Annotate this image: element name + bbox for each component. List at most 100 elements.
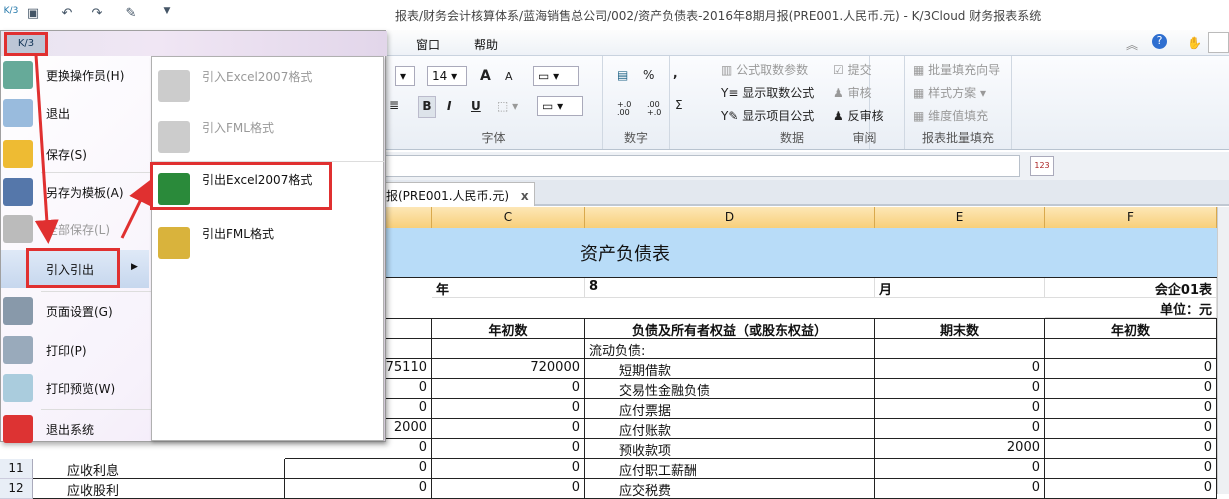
grow-font-button[interactable]: A	[480, 68, 491, 84]
value-cell[interactable]: 0	[1045, 479, 1217, 499]
year-label[interactable]: 年	[432, 278, 585, 298]
report-tab[interactable]: 报(PRE001.人民币.元) x	[385, 182, 535, 206]
shrink-font-button[interactable]: A	[505, 70, 513, 83]
underline-button[interactable]: U	[471, 99, 481, 113]
menu-item[interactable]: 打印预览(W)	[1, 369, 149, 407]
menu-item[interactable]: 更换操作员(H)	[1, 56, 149, 94]
value-cell[interactable]: 0	[875, 459, 1045, 479]
value-cell[interactable]: 2000	[875, 439, 1045, 459]
eraser-icon[interactable]: ✎	[122, 6, 140, 22]
menu-item[interactable]: 页面设置(G)	[1, 292, 149, 330]
undo-icon[interactable]: ↶	[58, 6, 76, 22]
close-tab-icon[interactable]: x	[521, 189, 529, 203]
help-icon[interactable]: ?	[1152, 34, 1167, 49]
asset-item[interactable]: 应收利息	[33, 459, 285, 479]
value-cell[interactable]: 720000	[432, 359, 585, 379]
user-icon[interactable]: ✋	[1187, 36, 1202, 50]
asset-item[interactable]: 应收股利	[33, 479, 285, 499]
column-header-e[interactable]: E	[875, 207, 1045, 228]
show-item-formula-button[interactable]: Y✎ 显示项目公式	[721, 107, 814, 124]
section-current-liabilities[interactable]: 流动负债:	[585, 339, 875, 359]
menu-window[interactable]: 窗口	[416, 36, 440, 53]
submenu-item[interactable]: 引出FML格式	[152, 219, 385, 269]
percent-button[interactable]: %	[643, 68, 654, 82]
value-cell[interactable]: 0	[432, 379, 585, 399]
value-cell[interactable]: 0	[875, 419, 1045, 439]
header-begin[interactable]: 年初数	[1045, 319, 1217, 339]
cell-border-icon[interactable]: ⬚ ▾	[497, 99, 518, 113]
font-size-dropdown[interactable]: 14 ▾	[427, 66, 467, 86]
increase-decimal-button[interactable]: +.0 .00	[617, 101, 639, 117]
value-cell[interactable]: 0	[1045, 359, 1217, 379]
menu-item[interactable]: 另存为模板(A)	[1, 173, 149, 211]
header-begin-b[interactable]: 年初数	[432, 319, 585, 339]
submenu-item[interactable]: 引入Excel2007格式	[152, 62, 385, 112]
value-cell[interactable]: 0	[432, 399, 585, 419]
liability-item[interactable]: 交易性金融负债	[585, 379, 875, 399]
unit-label[interactable]: 单位：元	[1045, 298, 1217, 318]
border-dropdown[interactable]: ▭ ▾	[533, 66, 579, 86]
italic-button[interactable]: I	[447, 99, 451, 113]
menu-help[interactable]: 帮助	[474, 36, 498, 53]
show-fetch-formula-button[interactable]: Y≡ 显示取数公式	[721, 84, 814, 101]
menu-item[interactable]: 退出	[1, 94, 149, 132]
value-cell[interactable]: 0	[285, 459, 432, 479]
fill-color-dropdown[interactable]: ▭ ▾	[537, 96, 583, 116]
liability-item[interactable]: 应交税费	[585, 479, 875, 499]
cell[interactable]	[432, 339, 585, 359]
liability-item[interactable]: 应付票据	[585, 399, 875, 419]
decrease-decimal-button[interactable]: .00 +.0	[647, 101, 669, 117]
value-cell[interactable]: 0	[432, 459, 585, 479]
value-cell[interactable]: 0	[432, 419, 585, 439]
cell[interactable]	[1045, 339, 1217, 359]
liability-item[interactable]: 短期借款	[585, 359, 875, 379]
currency-icon[interactable]: ▤	[617, 68, 628, 82]
row-number[interactable]: 11	[0, 459, 33, 479]
header-liabilities[interactable]: 负债及所有者权益（或股东权益）	[585, 319, 875, 339]
value-cell[interactable]: 0	[285, 479, 432, 499]
value-cell[interactable]: 0	[432, 479, 585, 499]
comma-button[interactable]: ,	[673, 66, 678, 80]
calendar-icon[interactable]: 123	[1030, 156, 1054, 176]
value-cell[interactable]: 0	[285, 439, 432, 459]
liability-item[interactable]: 预收款项	[585, 439, 875, 459]
value-cell[interactable]: 0	[1045, 379, 1217, 399]
value-cell[interactable]: 0	[875, 399, 1045, 419]
font-name-dropdown[interactable]: ▾	[395, 66, 415, 86]
menu-item[interactable]: 引入引出 ▶	[1, 248, 149, 288]
value-cell[interactable]: 0	[1045, 419, 1217, 439]
batch-fill-wizard-button[interactable]: ▦ 批量填充向导	[913, 61, 1000, 78]
submenu-item[interactable]: 引出Excel2007格式	[150, 162, 385, 215]
value-cell[interactable]: 0	[1045, 439, 1217, 459]
align-icon[interactable]: ≣	[389, 98, 399, 112]
formula-params-button[interactable]: ▥ 公式取数参数	[721, 61, 808, 78]
audit-button[interactable]: ♟ 审核	[833, 84, 872, 101]
cell[interactable]	[875, 339, 1045, 359]
dimension-fill-button[interactable]: ▦ 维度值填充	[913, 107, 988, 124]
vertical-scrollbar[interactable]	[1217, 207, 1229, 494]
value-cell[interactable]: 0	[875, 359, 1045, 379]
formula-input[interactable]	[385, 155, 1020, 177]
value-cell[interactable]: 0	[432, 439, 585, 459]
liability-item[interactable]: 应付职工薪酬	[585, 459, 875, 479]
unaudit-button[interactable]: ♟ 反审核	[833, 107, 884, 124]
value-cell[interactable]: 0	[1045, 399, 1217, 419]
bold-button[interactable]: B	[418, 96, 436, 118]
style-scheme-button[interactable]: ▦ 样式方案 ▾	[913, 84, 986, 101]
column-header-c[interactable]: C	[432, 207, 585, 228]
save-icon[interactable]: ▣	[24, 6, 42, 22]
app-menu-button[interactable]: K/3	[4, 32, 48, 56]
redo-icon[interactable]: ↷	[88, 6, 106, 22]
header-end[interactable]: 期末数	[875, 319, 1045, 339]
liability-item[interactable]: 应付账款	[585, 419, 875, 439]
column-header-d[interactable]: D	[585, 207, 875, 228]
value-cell[interactable]: 0	[1045, 459, 1217, 479]
row-number[interactable]: 12	[0, 479, 33, 499]
sum-button[interactable]: Σ	[675, 98, 683, 112]
period-value[interactable]: 8	[585, 278, 875, 298]
menu-item[interactable]: 保存(S)	[1, 135, 149, 173]
column-header-f[interactable]: F	[1045, 207, 1217, 228]
menu-item[interactable]: 打印(P)	[1, 331, 149, 369]
collapse-ribbon-icon[interactable]: ︽	[1126, 36, 1138, 53]
value-cell[interactable]: 0	[875, 479, 1045, 499]
